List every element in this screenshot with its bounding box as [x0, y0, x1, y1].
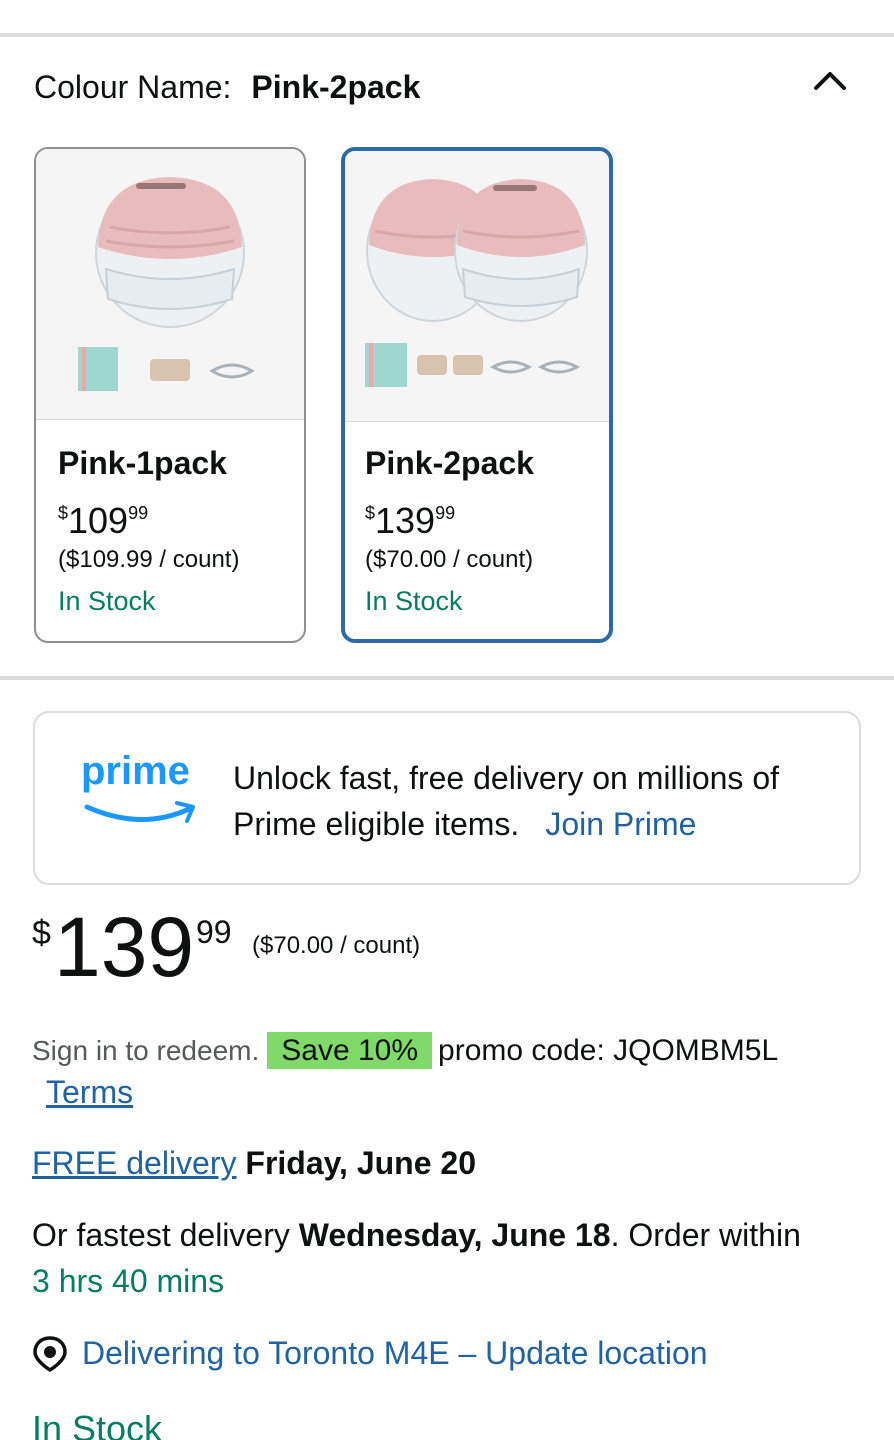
- price-currency: $: [32, 914, 51, 952]
- delivery-location-link[interactable]: Delivering to Toronto M4E – Update locat…: [82, 1330, 708, 1376]
- price-fraction: 99: [435, 503, 456, 523]
- fastest-delivery-line: Or fastest delivery Wednesday, June 18. …: [32, 1212, 872, 1304]
- price-currency: $: [58, 503, 69, 523]
- prime-message-text: Unlock fast, free delivery on millions o…: [233, 760, 779, 842]
- swatch-name: Pink-1pack: [58, 445, 227, 481]
- order-countdown: 3 hrs 40 mins: [32, 1263, 225, 1299]
- swatch-unit-price: ($109.99 / count): [58, 546, 240, 573]
- promo-line: Sign in to redeem. Save 10% promo code: JQ…: [32, 1028, 778, 1074]
- join-prime-link[interactable]: Join Prime: [545, 806, 696, 842]
- availability-status: In Stock: [32, 1408, 163, 1440]
- swatch-pink-2pack[interactable]: Pink-2pack $13999 ($70.00 / count) In St…: [341, 147, 613, 643]
- product-image: [345, 151, 609, 422]
- swatch-name: Pink-2pack: [365, 445, 534, 481]
- free-delivery-link[interactable]: FREE delivery: [32, 1145, 237, 1181]
- variation-label: Colour Name:: [34, 69, 232, 105]
- price-fraction: 99: [128, 503, 149, 523]
- product-variation-page: Colour Name: Pink-2pack Pink-1pack $10999: [0, 0, 894, 1440]
- swatch-price: $10999: [58, 493, 148, 541]
- order-within-prefix: . Order within: [610, 1217, 801, 1253]
- price-whole: 139: [54, 900, 195, 994]
- promo-code-text: promo code: JQOMBM5L: [438, 1034, 779, 1067]
- prime-message: Unlock fast, free delivery on millions o…: [233, 755, 833, 847]
- swatch-price: $13999: [365, 493, 455, 541]
- prime-banner[interactable]: prime Unlock fast, free delivery on mill…: [33, 711, 861, 885]
- breast-pump-image: [365, 179, 588, 387]
- save-badge: Save 10%: [267, 1032, 433, 1069]
- free-delivery-date: Friday, June 20: [245, 1145, 476, 1181]
- fastest-prefix: Or fastest delivery: [32, 1217, 290, 1253]
- swatch-unit-price: ($70.00 / count): [365, 546, 534, 573]
- price-whole: 139: [375, 500, 436, 541]
- fastest-date: Wednesday, June 18: [298, 1217, 611, 1253]
- breast-pump-image: [78, 177, 255, 391]
- prime-smile-icon: [84, 801, 195, 823]
- sign-in-to-redeem[interactable]: Sign in to redeem.: [32, 1035, 259, 1066]
- variation-selected-value: Pink-2pack: [251, 69, 421, 105]
- free-delivery-line: FREE delivery Friday, June 20: [32, 1140, 476, 1186]
- product-image: [36, 149, 304, 420]
- location-pin-icon: [33, 1336, 67, 1372]
- variation-header[interactable]: Colour Name: Pink-2pack: [34, 66, 420, 108]
- swatch-availability: In Stock: [365, 586, 463, 616]
- section-divider: [0, 33, 894, 37]
- swatch-availability: In Stock: [58, 586, 156, 616]
- prime-logo: prime: [81, 749, 190, 793]
- buybox-unit-price: ($70.00 / count): [252, 932, 421, 959]
- swatch-pink-1pack[interactable]: Pink-1pack $10999 ($109.99 / count) In S…: [34, 147, 306, 643]
- price-fraction: 99: [196, 914, 232, 950]
- chevron-up-icon[interactable]: [812, 66, 852, 96]
- terms-link[interactable]: Terms: [46, 1074, 133, 1111]
- price-currency: $: [365, 503, 376, 523]
- section-divider: [0, 676, 894, 680]
- price-whole: 109: [68, 500, 129, 541]
